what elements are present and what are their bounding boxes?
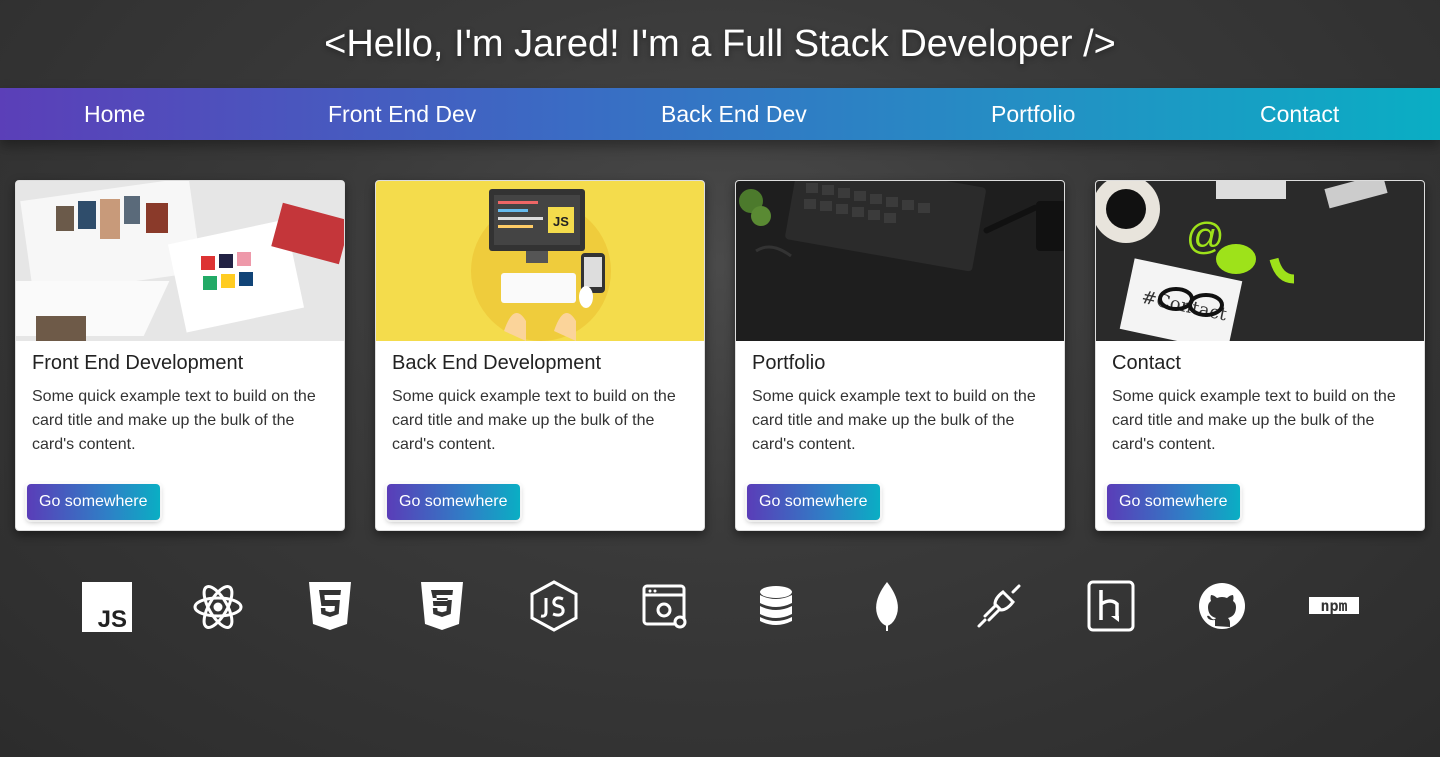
nav-portfolio[interactable]: Portfolio: [991, 88, 1075, 140]
html5-icon: [309, 582, 351, 630]
card-text: Some quick example text to build on the …: [392, 388, 676, 453]
card-title: Portfolio: [752, 352, 826, 374]
nav-front-end-dev[interactable]: Front End Dev: [328, 88, 476, 140]
go-somewhere-button[interactable]: Go somewhere: [747, 484, 880, 520]
card-portfolio: Portfolio Some quick example text to bui…: [735, 180, 1065, 531]
card-text: Some quick example text to build on the …: [752, 388, 1036, 453]
nav-home[interactable]: Home: [84, 88, 145, 140]
go-somewhere-button[interactable]: Go somewhere: [387, 484, 520, 520]
page-title: <Hello, I'm Jared! I'm a Full Stack Deve…: [324, 23, 1116, 65]
npm-logo-text: npm: [1320, 597, 1347, 615]
nav-back-end-dev[interactable]: Back End Dev: [661, 88, 807, 140]
go-somewhere-button[interactable]: Go somewhere: [1107, 484, 1240, 520]
npm-icon: npm: [1309, 597, 1359, 615]
js-logo-text: JS: [98, 606, 127, 632]
javascript-icon: JS: [82, 582, 132, 632]
tech-icons-row: JS npm: [0, 580, 1440, 636]
main-nav: Home Front End Dev Back End Dev Portfoli…: [0, 88, 1440, 140]
card-title: Front End Development: [32, 352, 244, 374]
github-icon: [1199, 583, 1245, 629]
nav-contact[interactable]: Contact: [1260, 88, 1339, 140]
card-text: Some quick example text to build on the …: [32, 388, 316, 453]
card-text: Some quick example text to build on the …: [1112, 388, 1396, 453]
card-image-back-end: JS: [376, 181, 704, 341]
nodejs-icon: [530, 580, 578, 632]
card-contact: @ #Contact Contact Some quick example te…: [1095, 180, 1425, 531]
card-title: Contact: [1112, 352, 1181, 374]
api-icon: [642, 584, 687, 629]
react-icon: [193, 585, 243, 629]
plug-icon: [977, 584, 1021, 628]
card-image-portfolio: [736, 181, 1064, 341]
mongodb-icon: [876, 582, 898, 631]
js-badge: JS: [553, 214, 569, 229]
card-title: Back End Development: [392, 352, 602, 374]
go-somewhere-button[interactable]: Go somewhere: [27, 484, 160, 520]
card-front-end: Front End Development Some quick example…: [15, 180, 345, 531]
card-image-front-end: [16, 181, 344, 341]
card-back-end: JS Back End Development Some quick examp…: [375, 180, 705, 531]
css3-icon: [421, 582, 463, 630]
heroku-icon: [1087, 580, 1135, 632]
database-icon: [760, 586, 792, 625]
card-image-contact: @ #Contact: [1096, 181, 1424, 341]
